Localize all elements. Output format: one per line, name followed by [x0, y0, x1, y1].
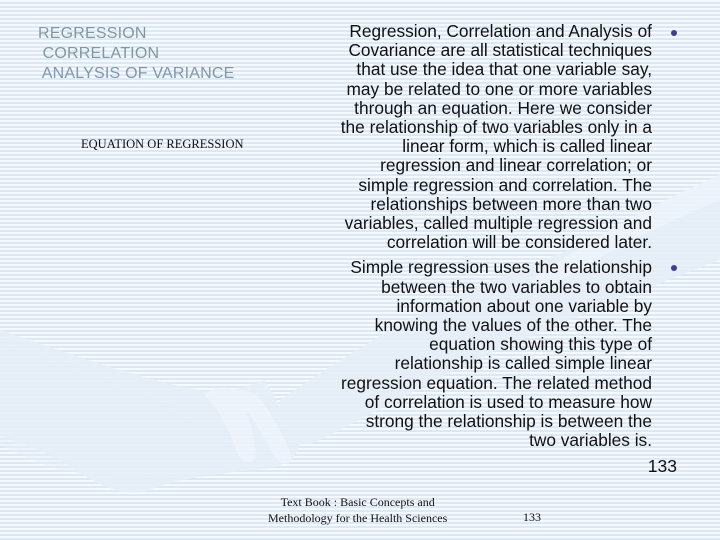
text-line: simple regression and correlation. The [358, 174, 652, 195]
paragraph-2: Simple regression uses the relationship … [262, 258, 652, 450]
paragraph-1: Regression, Correlation and Analysis of … [262, 21, 652, 253]
text-line: may be related to one or more variables [346, 78, 652, 99]
text-line: the relationship of two variables only i… [340, 117, 652, 138]
footer-source: Text Book : Basic Concepts and Methodolo… [268, 494, 447, 526]
slide-subtitle: EQUATION OF REGRESSION [81, 137, 244, 151]
text-line: relationship is called simple linear [394, 353, 652, 374]
topic-list: REGRESSION CORRELATION ANALYSIS OF VARIA… [38, 24, 235, 84]
body-text: Regression, Correlation and Analysis of … [262, 21, 652, 450]
bullet-icon [671, 265, 677, 271]
text-line: Covariance are all statistical technique… [348, 40, 652, 61]
topic-correlation: CORRELATION [38, 45, 160, 62]
text-line: correlation will be considered later. [386, 232, 652, 253]
text-line: Regression, Correlation and Analysis of [349, 21, 652, 41]
text-line: linear form, which is called linear [402, 136, 652, 157]
text-line: variables, called multiple regression an… [344, 213, 652, 234]
text-line: two variables is. [529, 430, 652, 451]
text-line: through an equation. Here we consider [354, 97, 652, 118]
text-line: strong the relationship is between the [365, 411, 652, 432]
text-line: Simple regression uses the relationship [350, 257, 652, 278]
text-line: regression equation. The related method [341, 372, 652, 393]
footer-line-1: Text Book : Basic Concepts and [280, 495, 435, 509]
topic-analysis-of-variance: ANALYSIS OF VARIANCE [38, 65, 235, 82]
footer-line-2: Methodology for the Health Sciences [268, 511, 448, 525]
slide: REGRESSION CORRELATION ANALYSIS OF VARIA… [0, 0, 720, 540]
text-line: of correlation is used to measure how [364, 391, 652, 412]
bullet-icon [671, 30, 677, 36]
text-line: between the two variables to obtain [381, 276, 652, 297]
text-line: regression and linear correlation; or [380, 155, 652, 176]
text-line: relationships between more than two [370, 193, 652, 214]
text-line: equation showing this type of [429, 334, 652, 355]
slide-page-number: 133 [647, 456, 677, 476]
footer-page-number: 133 [523, 510, 541, 524]
text-line: that use the idea that one variable say, [356, 59, 652, 80]
text-line: information about one variable by [396, 295, 652, 316]
topic-regression: REGRESSION [38, 25, 147, 42]
text-line: knowing the values of the other. The [374, 315, 652, 336]
